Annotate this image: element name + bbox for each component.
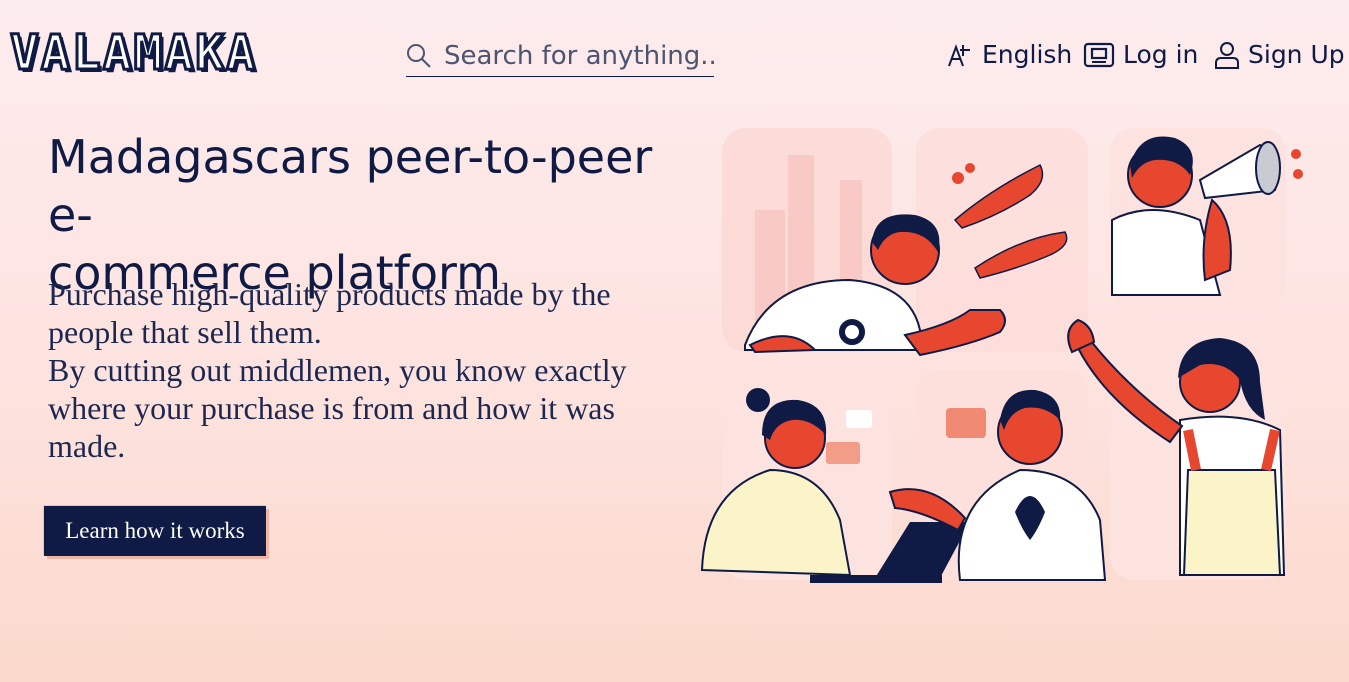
speech-bubble bbox=[826, 442, 860, 464]
laptop-base bbox=[810, 575, 942, 583]
description-line: made. bbox=[48, 428, 126, 464]
description-line: where your purchase is from and how it w… bbox=[48, 390, 615, 426]
confetti-dot bbox=[952, 172, 964, 184]
login-label: Log in bbox=[1123, 40, 1199, 69]
woman2-apron bbox=[1182, 469, 1282, 576]
hero-illustration bbox=[700, 128, 1303, 583]
signup-label: Sign Up bbox=[1248, 40, 1345, 69]
login-link[interactable]: Log in bbox=[1083, 40, 1198, 69]
description-line: Purchase high-quality products made by t… bbox=[48, 276, 611, 312]
sound-dot bbox=[1293, 169, 1303, 179]
headline-line: Madagascars peer-to-peer e- bbox=[48, 130, 653, 242]
language-label: English bbox=[982, 40, 1073, 69]
translate-icon bbox=[948, 43, 970, 66]
learn-how-button[interactable]: Learn how it works bbox=[44, 506, 266, 556]
search-icon bbox=[407, 44, 431, 68]
login-card-icon bbox=[1083, 42, 1115, 67]
signup-link[interactable]: Sign Up bbox=[1214, 40, 1345, 69]
megaphone-bell bbox=[1255, 141, 1281, 195]
woman-hair-bun bbox=[746, 388, 770, 412]
brand-logo[interactable]: VALAMAKA bbox=[8, 25, 257, 82]
hero-description: Purchase high-quality products made by t… bbox=[48, 275, 688, 465]
sound-dot bbox=[1291, 149, 1301, 159]
description-line: By cutting out middlemen, you know exact… bbox=[48, 352, 627, 388]
language-selector[interactable]: English bbox=[946, 40, 1072, 69]
user-icon bbox=[1215, 41, 1239, 69]
speech-bubble bbox=[946, 408, 986, 438]
description-line: people that sell them. bbox=[48, 314, 322, 350]
speech-bubble bbox=[846, 410, 872, 428]
confetti-dot bbox=[965, 163, 975, 173]
search-input[interactable] bbox=[444, 41, 714, 71]
search-bar[interactable] bbox=[406, 36, 714, 77]
